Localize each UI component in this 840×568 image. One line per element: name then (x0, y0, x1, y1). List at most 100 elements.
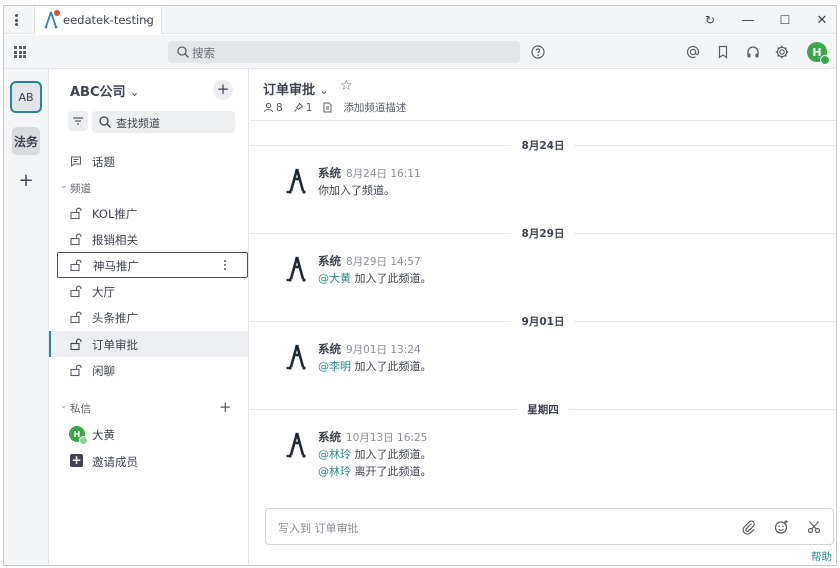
document-icon (323, 102, 332, 113)
team-label: AB (18, 90, 34, 104)
unlock-icon (70, 233, 82, 246)
unlock-icon (70, 259, 82, 272)
post-text: 加入了此频道。 (351, 272, 432, 285)
team-label: 法务 (13, 134, 38, 149)
channels-section-header[interactable]: ⌄ 频道 (49, 178, 248, 198)
chevron-down-icon[interactable]: ⌄ (143, 14, 151, 25)
post-text: 离开了此频道。 (351, 465, 432, 478)
date-separator: 8月24日 (250, 137, 836, 153)
sidebar-item-channel[interactable]: 闲聊 (49, 357, 248, 383)
sidebar-item-dm[interactable]: H 大黄 (49, 421, 248, 447)
sidebar-item-channel-hovered[interactable]: 神马推广 (57, 252, 248, 278)
add-dm-button[interactable]: + (219, 398, 232, 416)
message-input[interactable]: 写入到 订单审批 (265, 508, 834, 545)
refresh-icon[interactable]: ↻ (701, 11, 719, 29)
sidebar-item-channel[interactable]: 报销相关 (49, 226, 248, 252)
mention-link[interactable]: @林玲 (318, 465, 351, 478)
channel-label: 报销相关 (92, 233, 138, 247)
team-button-ab[interactable]: AB (10, 81, 42, 113)
add-description-button[interactable]: 添加频道描述 (322, 100, 406, 115)
scissors-icon[interactable] (806, 519, 822, 535)
emoji-icon[interactable] (773, 519, 789, 535)
online-status-icon (820, 55, 830, 65)
sidebar-item-channel-active[interactable]: 订单审批 (49, 331, 248, 357)
close-button[interactable]: ✕ (813, 11, 831, 29)
product-menu-icon[interactable] (14, 46, 26, 58)
unlock-icon (70, 311, 82, 324)
dm-label: 大黄 (92, 428, 115, 442)
title-bar: eedatek-testing ⌄ ↻ — ☐ ✕ (4, 6, 836, 34)
add-description-label: 添加频道描述 (343, 102, 407, 114)
team-button-legal[interactable]: 法务 (12, 127, 40, 155)
app-menu-icon[interactable] (10, 12, 22, 28)
favorite-star-icon[interactable]: ☆ (340, 78, 353, 94)
member-count-button[interactable]: 8 (263, 102, 283, 114)
post-author[interactable]: 系统 (318, 253, 341, 269)
post-text: 加入了此频道。 (351, 448, 432, 461)
channel-options-icon[interactable] (223, 258, 227, 272)
system-bot-avatar-icon (286, 344, 306, 370)
post-author[interactable]: 系统 (318, 341, 341, 357)
user-avatar[interactable]: H (807, 42, 830, 65)
post-time[interactable]: 8月24日 16:11 (346, 166, 421, 181)
channel-header: 订单审批 ⌄ ☆ 8 1 添加频道描述 (250, 69, 836, 121)
post-author[interactable]: 系统 (318, 165, 341, 181)
channel-menu-button[interactable]: 订单审批 ⌄ (263, 79, 329, 98)
workspace-tab[interactable]: eedatek-testing ⌄ (34, 6, 162, 34)
channel-label: 头条推广 (92, 311, 138, 325)
avatar: H (69, 426, 88, 445)
channel-meta: 8 1 添加频道描述 (263, 100, 416, 115)
search-input[interactable]: 搜索 (168, 41, 520, 63)
post-time[interactable]: 10月13日 16:25 (346, 430, 427, 445)
pinned-count: 1 (305, 101, 313, 114)
system-bot-avatar-icon (286, 168, 306, 194)
pinned-count-button[interactable]: 1 (293, 101, 313, 114)
section-label: 私信 (70, 403, 91, 415)
unlock-icon (70, 207, 82, 220)
plus-square-icon: + (70, 453, 83, 467)
channel-label: 大厅 (92, 285, 115, 299)
add-channel-button[interactable]: + (213, 80, 233, 100)
help-icon[interactable] (530, 44, 546, 60)
attachment-icon[interactable] (741, 519, 757, 535)
channel-label: 神马推广 (93, 259, 139, 273)
threads-icon (70, 156, 82, 168)
sidebar-item-channel[interactable]: KOL推广 (49, 200, 248, 226)
post-message: @大黄 加入了此频道。 (318, 270, 432, 286)
mention-link[interactable]: @林玲 (318, 448, 351, 461)
mentions-icon[interactable] (685, 44, 701, 60)
app-window: eedatek-testing ⌄ ↻ — ☐ ✕ 搜索 H AB 法务 + A… (3, 5, 837, 566)
post-message: @林玲 加入了此频道。 (318, 446, 432, 462)
team-menu-button[interactable]: ABC公司 ⌄ (70, 81, 139, 100)
post-time[interactable]: 9月01日 13:24 (346, 342, 421, 357)
sidebar-item-channel[interactable]: 大厅 (49, 278, 248, 304)
post-author[interactable]: 系统 (318, 429, 341, 445)
settings-gear-icon[interactable] (774, 44, 790, 60)
invite-label: 邀请成员 (92, 455, 138, 469)
date-separator: 9月01日 (250, 313, 836, 329)
post-message: @林玲 离开了此频道。 (318, 463, 432, 479)
post-text: 加入了此频道。 (351, 360, 432, 373)
chevron-down-icon: ⌄ (130, 86, 140, 99)
search-icon (177, 46, 189, 58)
sidebar-item-threads[interactable]: 话题 (49, 148, 248, 174)
help-link[interactable]: 帮助 (811, 549, 832, 564)
invite-members-button[interactable]: + 邀请成员 (49, 448, 248, 474)
mention-link[interactable]: @李明 (318, 360, 351, 373)
global-header: 搜索 H (4, 35, 836, 69)
minimize-button[interactable]: — (739, 11, 757, 29)
sidebar-item-label: 话题 (92, 155, 115, 169)
find-channel-button[interactable]: 查找频道 (92, 111, 235, 133)
sidebar-item-channel[interactable]: 头条推广 (49, 304, 248, 330)
channel-view: 订单审批 ⌄ ☆ 8 1 添加频道描述 8月24日 系统 8月24日 16:11… (250, 69, 836, 565)
dm-section-header[interactable]: ⌄ 私信 + (49, 398, 248, 418)
headphones-icon[interactable] (745, 44, 761, 60)
filter-icon[interactable] (68, 111, 88, 131)
section-label: 频道 (70, 183, 91, 195)
maximize-button[interactable]: ☐ (776, 11, 794, 29)
post-time[interactable]: 8月29日 14:57 (346, 254, 421, 269)
team-name: ABC公司 (70, 85, 126, 100)
add-team-button[interactable]: + (18, 172, 34, 190)
bookmark-icon[interactable] (715, 44, 731, 60)
mention-link[interactable]: @大黄 (318, 272, 351, 285)
